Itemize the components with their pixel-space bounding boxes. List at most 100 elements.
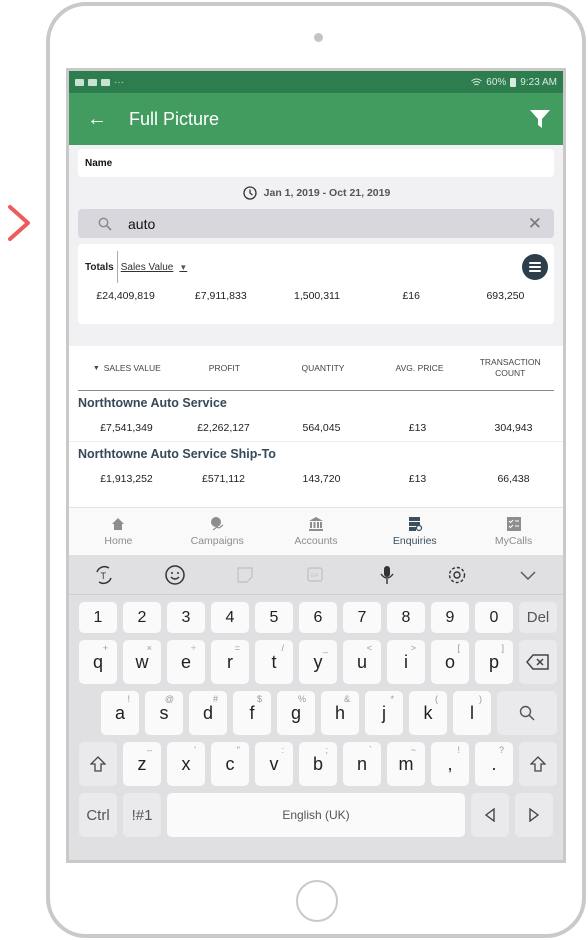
ctrl-key[interactable]: Ctrl <box>79 793 117 837</box>
key-label: g <box>290 702 301 723</box>
column-quantity[interactable]: QUANTITY <box>273 363 373 373</box>
key-label: w <box>135 651 149 672</box>
column-transaction-count[interactable]: TRANSACTION COUNT <box>466 357 554 379</box>
key-l[interactable]: l) <box>453 691 491 735</box>
key-alt-label: ) <box>479 694 482 704</box>
metric-dropdown[interactable]: Sales Value ▼ <box>118 262 188 273</box>
key-u[interactable]: u < <box>343 640 381 684</box>
key-t[interactable]: t / <box>255 640 293 684</box>
shift-key-right[interactable] <box>519 742 557 786</box>
search-input[interactable] <box>112 215 528 232</box>
key-4[interactable]: 4 <box>211 602 249 633</box>
column-profit[interactable]: PROFIT <box>176 363 274 373</box>
key-period[interactable]: .? <box>475 742 513 786</box>
key-b[interactable]: b; <box>299 742 337 786</box>
key-w[interactable]: w × <box>123 640 161 684</box>
name-field[interactable]: Name <box>78 149 554 177</box>
key-q[interactable]: q + <box>79 640 117 684</box>
row-profit: £571,112 <box>201 473 245 485</box>
key-a[interactable]: a! <box>101 691 139 735</box>
delete-key[interactable]: Del <box>519 602 557 633</box>
column-sales-value[interactable]: ▼ SALES VALUE <box>78 363 176 373</box>
nav-enquiries[interactable]: Enquiries <box>365 508 464 555</box>
gear-icon <box>448 566 466 583</box>
key-c[interactable]: c " <box>211 742 249 786</box>
clear-icon[interactable]: ✕ <box>528 214 542 234</box>
hide-keyboard-button[interactable] <box>492 564 563 586</box>
key-1[interactable]: 1 <box>79 602 117 633</box>
total-sales-value: £24,409,819 <box>96 290 155 302</box>
key-2[interactable]: 2 <box>123 602 161 633</box>
wifi-icon <box>471 78 483 85</box>
key-y[interactable]: y _ <box>299 640 337 684</box>
nav-mycalls[interactable]: MyCalls <box>464 508 563 555</box>
key-h[interactable]: h & <box>321 691 359 735</box>
row-profit: £2,262,127 <box>197 422 250 434</box>
sticker-button[interactable] <box>210 564 281 586</box>
next-arrow-icon[interactable] <box>4 203 34 243</box>
key-v[interactable]: v: <box>255 742 293 786</box>
key-label: n <box>356 753 367 774</box>
arrow-left-icon[interactable]: ← <box>87 108 127 131</box>
key-alt-label: / <box>281 643 284 653</box>
search-key[interactable] <box>497 691 557 735</box>
menu-button[interactable] <box>522 254 548 280</box>
backspace-key[interactable] <box>519 640 557 684</box>
key-d[interactable]: d # <box>189 691 227 735</box>
key-5[interactable]: 5 <box>255 602 293 633</box>
key-r[interactable]: r = <box>211 640 249 684</box>
row-transaction-count: 304,943 <box>494 422 533 434</box>
table-row[interactable]: Northtowne Auto Service £7,541,349 £2,26… <box>69 391 563 441</box>
date-range[interactable]: Jan 1, 2019 - Oct 21, 2019 <box>69 177 563 209</box>
symbols-key[interactable]: !#1 <box>123 793 161 837</box>
key-6[interactable]: 6 <box>299 602 337 633</box>
key-o[interactable]: o[ <box>431 640 469 684</box>
key-9[interactable]: 9 <box>431 602 469 633</box>
key-label: m <box>398 753 414 774</box>
key-e[interactable]: e ÷ <box>167 640 205 684</box>
key-j[interactable]: j * <box>365 691 403 735</box>
key-3[interactable]: 3 <box>167 602 205 633</box>
caret-down-icon: ▼ <box>179 262 188 272</box>
key-7[interactable]: 7 <box>343 602 381 633</box>
keyboard-settings-button[interactable] <box>422 564 493 586</box>
key-label: b <box>312 753 323 774</box>
gif-button[interactable]: GIF <box>281 564 352 586</box>
nav-home[interactable]: Home <box>69 508 168 555</box>
key-comma[interactable]: ,! <box>431 742 469 786</box>
key-s[interactable]: s @ <box>145 691 183 735</box>
emoji-button[interactable] <box>140 564 211 586</box>
key-label: c <box>225 753 235 774</box>
filter-icon[interactable] <box>529 108 551 130</box>
nav-accounts[interactable]: Accounts <box>267 508 366 555</box>
bottom-row: Ctrl !#1 English (UK) <box>79 793 557 837</box>
table-row[interactable]: Northtowne Auto Service Ship-To £1,913,2… <box>69 442 563 492</box>
key-0[interactable]: 0 <box>475 602 513 633</box>
key-z[interactable]: z – <box>123 742 161 786</box>
shift-key-left[interactable] <box>79 742 117 786</box>
total-transaction-count: 693,250 <box>486 290 525 302</box>
shift-icon <box>90 756 106 772</box>
cursor-left-key[interactable] <box>471 793 509 837</box>
key-n[interactable]: n ` <box>343 742 381 786</box>
key-label: , <box>447 753 453 774</box>
checklist-icon <box>506 517 521 531</box>
letter-row-3: z – x ' c " v: b; n ` m ~,!.? <box>79 742 557 786</box>
key-m[interactable]: m ~ <box>387 742 425 786</box>
key-k[interactable]: k( <box>409 691 447 735</box>
home-button[interactable] <box>296 880 338 922</box>
space-key[interactable]: English (UK) <box>167 793 465 837</box>
cursor-right-key[interactable] <box>515 793 553 837</box>
key-p[interactable]: p] <box>475 640 513 684</box>
key-alt-label: × <box>146 643 152 653</box>
voice-input-button[interactable] <box>351 564 422 586</box>
nav-campaigns[interactable]: Campaigns <box>168 508 267 555</box>
key-f[interactable]: f $ <box>233 691 271 735</box>
key-x[interactable]: x ' <box>167 742 205 786</box>
translate-button[interactable]: T <box>69 564 140 586</box>
key-8[interactable]: 8 <box>387 602 425 633</box>
shift-icon <box>530 756 546 772</box>
column-avg-price[interactable]: AVG. PRICE <box>373 363 467 373</box>
key-g[interactable]: g% <box>277 691 315 735</box>
key-i[interactable]: i > <box>387 640 425 684</box>
